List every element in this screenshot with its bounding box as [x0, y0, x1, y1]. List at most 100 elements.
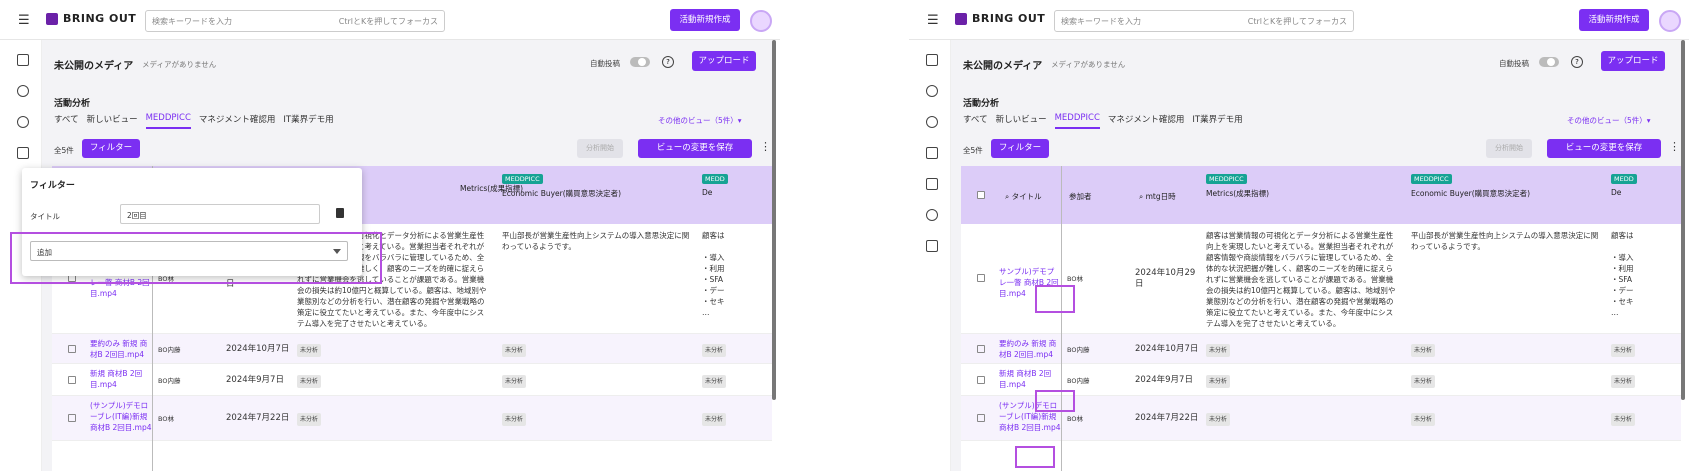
- autopost-toggle[interactable]: [630, 57, 650, 67]
- upload-cloud-icon[interactable]: [926, 116, 938, 128]
- video-icon[interactable]: [926, 147, 938, 159]
- table-row[interactable]: 要約のみ 新規 商材B 2回目.mp4 BO内藤 2024年10月7日 未分析 …: [52, 334, 772, 364]
- row-economic-buyer: 未分析: [1411, 413, 1436, 426]
- row-participant: BO内藤: [158, 377, 181, 385]
- menu-icon[interactable]: ☰: [927, 13, 939, 28]
- search-placeholder: 検索キーワードを入力: [1061, 17, 1141, 26]
- row-checkbox[interactable]: [68, 345, 76, 353]
- save-view-button[interactable]: ビューの変更を保存: [1547, 139, 1661, 158]
- tab-new-view[interactable]: 新しいビュー: [87, 113, 138, 129]
- row-checkbox[interactable]: [977, 414, 985, 422]
- upload-cloud-icon[interactable]: [17, 116, 29, 128]
- left-screen: ☰ BRING OUT 検索キーワードを入力 CtrlとKを押してフォーカス 活動…: [0, 0, 780, 471]
- table-row[interactable]: 要約のみ 新規 商材B 2回目.mp4 BO内藤 2024年10月7日 未分析 …: [961, 334, 1681, 364]
- row-checkbox[interactable]: [977, 345, 985, 353]
- scrollbar[interactable]: [772, 40, 776, 400]
- highlight-box: [1015, 446, 1055, 468]
- more-options-icon[interactable]: ⋮: [1669, 140, 1680, 153]
- select-all-checkbox[interactable]: [977, 191, 985, 199]
- row-title[interactable]: 新規 商材B 2回目.mp4: [90, 368, 152, 390]
- search-icon: ⌕: [1139, 192, 1146, 201]
- meddpicc-tag: MEDDPICC: [1411, 174, 1452, 184]
- table-header: ⌕ タイトル 参加者 ⌕ mtg日時 MEDDPICC Metrics(成果指標)…: [961, 166, 1681, 224]
- tab-management[interactable]: マネジメント確認用: [199, 113, 276, 129]
- brand-logo[interactable]: BRING OUT: [46, 12, 136, 25]
- search-input[interactable]: 検索キーワードを入力 CtrlとKを押してフォーカス: [145, 10, 445, 32]
- brand-logo[interactable]: BRING OUT: [955, 12, 1045, 25]
- table-row[interactable]: サンプル)デモプレ一瞥 商材B 2回目.mp4 BO林 2024年10月29日 …: [961, 224, 1681, 334]
- view-tabs: すべて 新しいビュー MEDDPICC マネジメント確認用 IT業界デモ用: [963, 113, 1243, 129]
- inbox-icon[interactable]: [926, 178, 938, 190]
- autopost-toggle[interactable]: [1539, 57, 1559, 67]
- row-title[interactable]: 要約のみ 新規 商材B 2回目.mp4: [999, 338, 1061, 360]
- upload-button[interactable]: アップロード: [692, 51, 756, 71]
- search-icon[interactable]: [926, 85, 938, 97]
- row-title[interactable]: 要約のみ 新規 商材B 2回目.mp4: [90, 338, 152, 360]
- avatar[interactable]: [1659, 10, 1681, 32]
- tab-it-demo[interactable]: IT業界デモ用: [1192, 113, 1242, 129]
- tab-it-demo[interactable]: IT業界デモ用: [283, 113, 333, 129]
- search-icon[interactable]: [17, 85, 29, 97]
- row-date: 2024年7月22日: [1135, 413, 1199, 423]
- filter-button[interactable]: フィルター: [991, 139, 1049, 158]
- analyze-button[interactable]: 分析開始: [577, 139, 623, 158]
- meddpicc-tag: MEDDPICC: [502, 174, 543, 184]
- more-options-icon[interactable]: ⋮: [760, 140, 771, 153]
- table-row[interactable]: 新規 商材B 2回目.mp4 BO内藤 2024年9月7日 未分析 未分析 未分…: [52, 364, 772, 396]
- tab-meddpicc[interactable]: MEDDPICC: [145, 113, 191, 129]
- row-checkbox[interactable]: [977, 274, 985, 282]
- tab-new-view[interactable]: 新しいビュー: [996, 113, 1047, 129]
- row-checkbox[interactable]: [68, 414, 76, 422]
- record-count: 全5件: [54, 146, 74, 155]
- new-activity-button[interactable]: 活動新規作成: [670, 9, 740, 31]
- autopost-label: 自動投稿: [1499, 59, 1529, 68]
- save-view-button[interactable]: ビューの変更を保存: [638, 139, 752, 158]
- other-views-dropdown[interactable]: その他のビュー（5件）▾: [1567, 115, 1651, 126]
- other-views-dropdown[interactable]: その他のビュー（5件）▾: [658, 115, 742, 126]
- header-economic-buyer: MEDDPICC Economic Buyer(購買意思決定者): [1411, 174, 1531, 198]
- header-mtg-date[interactable]: ⌕ mtg日時: [1139, 191, 1176, 202]
- table-row[interactable]: (サンプル)デモローブレ(IT編)新規 商材B 2回目.mp4 BO林 2024…: [52, 396, 772, 441]
- row-title[interactable]: 新規 商材B 2回目.mp4: [999, 368, 1061, 390]
- header-participants[interactable]: 参加者: [1069, 191, 1092, 202]
- gear-icon[interactable]: [926, 209, 938, 221]
- help-icon[interactable]: ?: [1571, 56, 1583, 68]
- header-decision: MEDD De: [1611, 174, 1637, 197]
- analyze-button[interactable]: 分析開始: [1486, 139, 1532, 158]
- search-input[interactable]: 検索キーワードを入力 CtrlとKを押してフォーカス: [1054, 10, 1354, 32]
- home-icon[interactable]: [926, 54, 938, 66]
- scrollbar[interactable]: [1681, 40, 1685, 400]
- column-divider[interactable]: [1061, 166, 1062, 471]
- upload-button[interactable]: アップロード: [1601, 51, 1665, 71]
- filter-button[interactable]: フィルター: [82, 139, 140, 158]
- tab-management[interactable]: マネジメント確認用: [1108, 113, 1185, 129]
- filter-title-input[interactable]: 2回目: [120, 204, 320, 224]
- avatar[interactable]: [750, 10, 772, 32]
- row-economic-buyer: 未分析: [1411, 375, 1436, 388]
- document-icon[interactable]: [926, 240, 938, 252]
- row-checkbox[interactable]: [977, 376, 985, 384]
- trash-icon[interactable]: [336, 208, 344, 218]
- row-metrics: 未分析: [297, 344, 322, 357]
- media-status: メディアがありません: [142, 60, 217, 69]
- row-decision: 未分析: [1611, 344, 1636, 357]
- video-icon[interactable]: [17, 147, 29, 159]
- tab-all[interactable]: すべて: [963, 113, 988, 129]
- home-icon[interactable]: [17, 54, 29, 66]
- row-participant: BO内藤: [158, 346, 181, 354]
- tab-meddpicc[interactable]: MEDDPICC: [1054, 113, 1100, 129]
- row-metrics: 未分析: [1206, 413, 1231, 426]
- tab-all[interactable]: すべて: [54, 113, 79, 129]
- row-title[interactable]: (サンプル)デモローブレ(IT編)新規 商材B 2回目.mp4: [90, 400, 152, 433]
- row-economic-buyer: 未分析: [502, 375, 527, 388]
- right-screen: ☰ BRING OUT 検索キーワードを入力 CtrlとKを押してフォーカス 活動…: [909, 0, 1689, 471]
- row-economic-buyer: 未分析: [1411, 344, 1436, 357]
- menu-icon[interactable]: ☰: [18, 13, 30, 28]
- row-checkbox[interactable]: [68, 376, 76, 384]
- header-title[interactable]: ⌕ タイトル: [1005, 191, 1042, 202]
- new-activity-button[interactable]: 活動新規作成: [1579, 9, 1649, 31]
- activity-table: ⌕ タイトル 参加者 ⌕ mtg日時 MEDDPICC Metrics(成果指標)…: [961, 166, 1681, 471]
- search-icon: ⌕: [1005, 192, 1012, 201]
- help-icon[interactable]: ?: [662, 56, 674, 68]
- sidebar: [909, 40, 951, 471]
